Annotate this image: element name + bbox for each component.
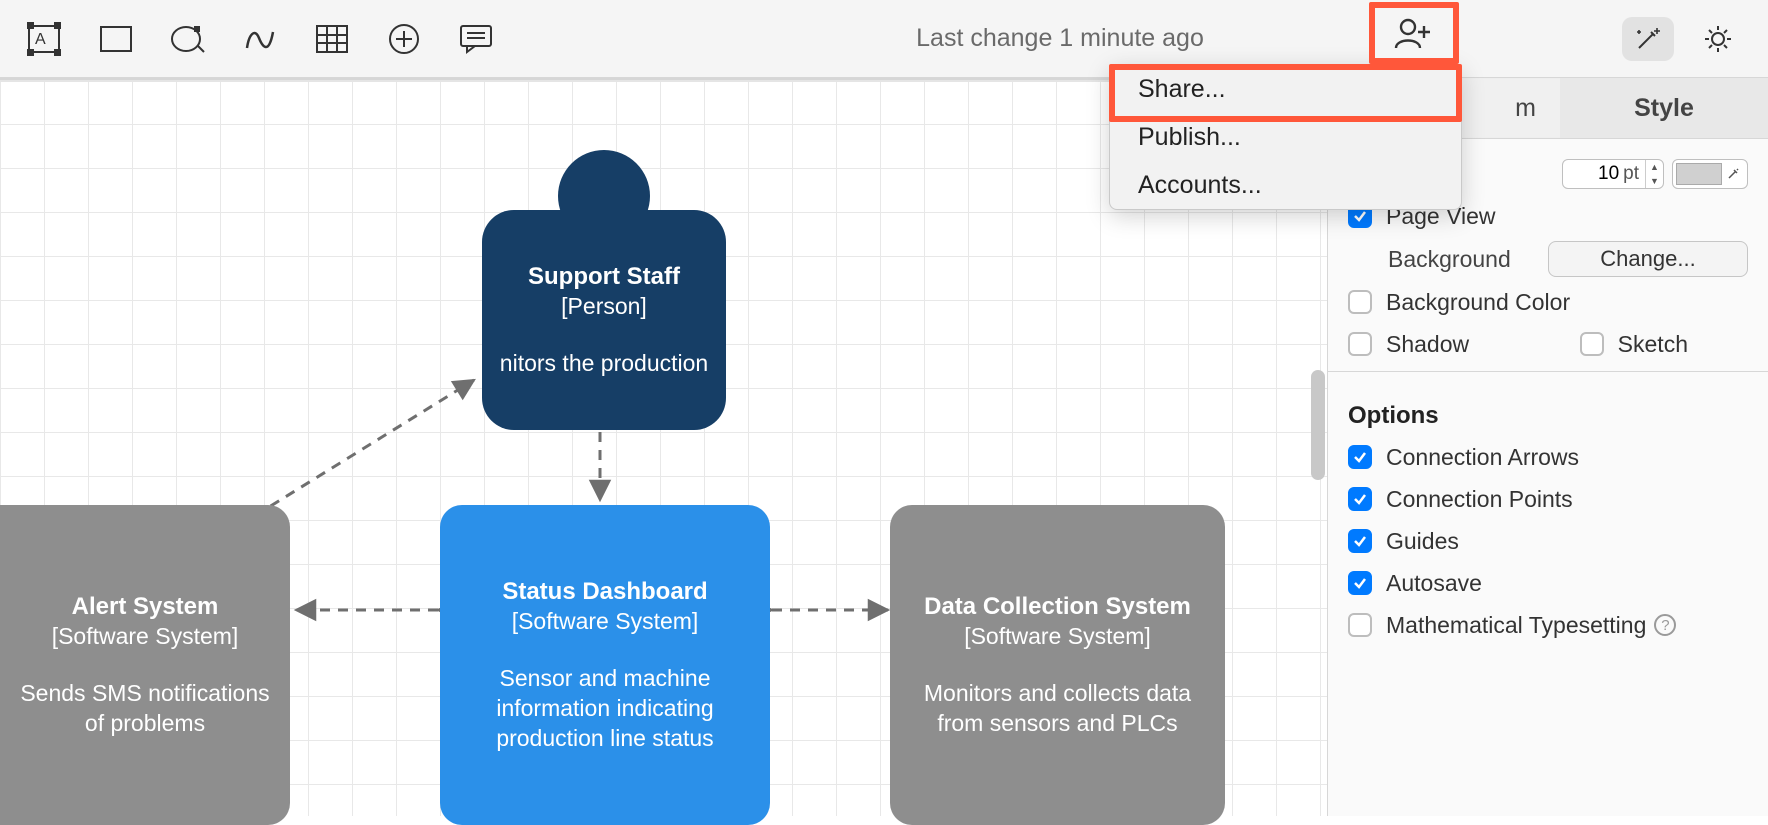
label-background: Background bbox=[1348, 246, 1548, 273]
help-icon[interactable]: ? bbox=[1654, 614, 1676, 636]
magic-wand-button[interactable] bbox=[1622, 17, 1674, 61]
label-conn-points: Connection Points bbox=[1386, 486, 1573, 513]
node-title: Support Staff bbox=[528, 262, 680, 292]
grid-size-input[interactable]: pt ▲▼ bbox=[1562, 159, 1664, 189]
label-shadow: Shadow bbox=[1386, 331, 1469, 358]
text-frame-icon[interactable]: A bbox=[22, 17, 66, 61]
checkbox-mathtype[interactable] bbox=[1348, 613, 1372, 637]
node-title: Status Dashboard bbox=[502, 577, 707, 607]
toolbar: A Last change 1 minute ago bbox=[0, 0, 1768, 78]
toolbar-right-group bbox=[1622, 17, 1768, 61]
label-conn-arrows: Connection Arrows bbox=[1386, 444, 1579, 471]
checkbox-conn-arrows[interactable] bbox=[1348, 445, 1372, 469]
label-guides: Guides bbox=[1386, 528, 1459, 555]
rectangle-icon[interactable] bbox=[94, 17, 138, 61]
add-collaborator-button[interactable] bbox=[1369, 2, 1459, 64]
label-bgcolor: Background Color bbox=[1386, 289, 1570, 316]
node-subtitle: [Person] bbox=[561, 292, 647, 320]
eyedropper-icon[interactable] bbox=[1722, 167, 1744, 181]
checkbox-conn-points[interactable] bbox=[1348, 487, 1372, 511]
options-title: Options bbox=[1348, 386, 1748, 436]
node-title: Alert System bbox=[72, 592, 219, 622]
node-data-collection[interactable]: Data Collection System [Software System]… bbox=[890, 505, 1225, 825]
tab-style[interactable]: Style bbox=[1560, 78, 1768, 138]
node-title: Data Collection System bbox=[924, 592, 1191, 622]
options-section: Options Connection Arrows Connection Poi… bbox=[1328, 372, 1768, 652]
share-dropdown: Share... Publish... Accounts... bbox=[1109, 64, 1462, 210]
node-subtitle: [Software System] bbox=[512, 607, 699, 635]
grid-size-unit: pt bbox=[1623, 163, 1645, 185]
label-sketch: Sketch bbox=[1618, 331, 1688, 358]
grid-size-value[interactable] bbox=[1563, 162, 1623, 186]
svg-text:A: A bbox=[35, 31, 46, 48]
node-alert-system[interactable]: Alert System [Software System] Sends SMS… bbox=[0, 505, 290, 825]
node-subtitle: [Software System] bbox=[52, 622, 239, 650]
node-subtitle: [Software System] bbox=[964, 622, 1151, 650]
brightness-button[interactable] bbox=[1692, 17, 1744, 61]
change-background-button[interactable]: Change... bbox=[1548, 241, 1748, 277]
canvas-scrollbar-thumb[interactable] bbox=[1311, 370, 1325, 480]
grid-size-stepper[interactable]: ▲▼ bbox=[1645, 160, 1663, 188]
node-desc: Sends SMS notifications of problems bbox=[16, 678, 274, 738]
node-desc: Monitors and collects data from sensors … bbox=[906, 678, 1209, 738]
node-support-staff[interactable]: Support Staff [Person] nitors the produc… bbox=[482, 210, 726, 430]
menu-item-accounts[interactable]: Accounts... bbox=[1110, 161, 1461, 209]
menu-item-share[interactable]: Share... bbox=[1110, 65, 1461, 113]
checkbox-guides[interactable] bbox=[1348, 529, 1372, 553]
grid-color-swatch[interactable] bbox=[1672, 159, 1748, 189]
node-desc: Sensor and machine information indicatin… bbox=[456, 663, 754, 753]
freehand-icon[interactable] bbox=[238, 17, 282, 61]
label-autosave: Autosave bbox=[1386, 570, 1482, 597]
node-desc: nitors the production bbox=[500, 348, 708, 378]
toolbar-left-group: A bbox=[0, 17, 498, 61]
checkbox-bgcolor[interactable] bbox=[1348, 290, 1372, 314]
node-status-dashboard[interactable]: Status Dashboard [Software System] Senso… bbox=[440, 505, 770, 825]
table-icon[interactable] bbox=[310, 17, 354, 61]
menu-item-publish[interactable]: Publish... bbox=[1110, 113, 1461, 161]
label-mathtype: Mathematical Typesetting bbox=[1386, 612, 1646, 639]
ellipse-icon[interactable] bbox=[166, 17, 210, 61]
checkbox-autosave[interactable] bbox=[1348, 571, 1372, 595]
comment-icon[interactable] bbox=[454, 17, 498, 61]
plus-circle-icon[interactable] bbox=[382, 17, 426, 61]
checkbox-shadow[interactable] bbox=[1348, 332, 1372, 356]
checkbox-sketch[interactable] bbox=[1580, 332, 1604, 356]
